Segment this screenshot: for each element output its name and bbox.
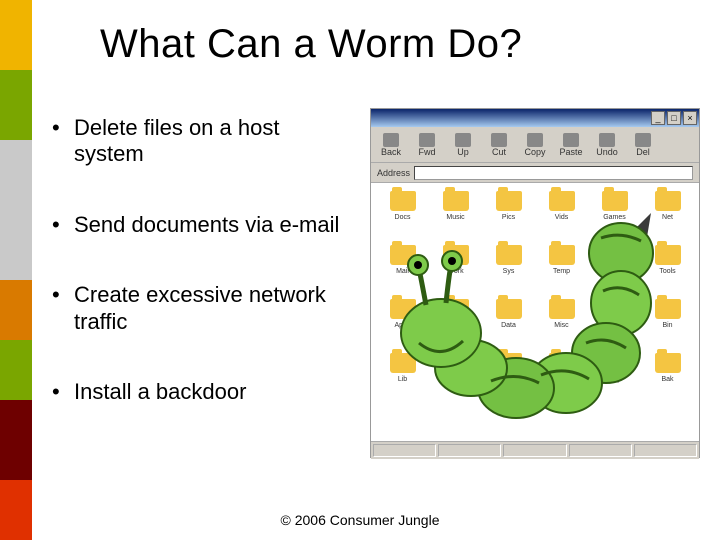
folder-pane: DocsMusicPicsVidsGamesNet MailWorkSysTemp… (371, 183, 699, 441)
folder-icon: Music (430, 191, 481, 241)
folder-icon: Bin (642, 299, 693, 349)
sidebar-seg (0, 70, 32, 140)
status-segment (438, 444, 501, 457)
folder-icon: Web (483, 353, 534, 403)
folder-icon: Misc (536, 299, 587, 349)
sidebar-seg (0, 480, 32, 540)
folder-icon: Sys (483, 245, 534, 295)
close-icon: × (683, 111, 697, 125)
toolbar-icon: Cut (485, 133, 513, 157)
folder-icon: Down (589, 245, 640, 295)
minimize-icon: _ (651, 111, 665, 125)
worm-illustration: _ □ × Back Fwd Up Cut Copy Paste Undo Del Addre… (370, 108, 700, 458)
toolbar-icon: Del (629, 133, 657, 157)
slide-title: What Can a Worm Do? (100, 22, 522, 67)
sidebar-seg (0, 340, 32, 400)
folder-icon: Cfg (589, 353, 640, 403)
folder-icon: Games (589, 191, 640, 241)
folder-icon: Data (483, 299, 534, 349)
folder-icon: Bak (642, 353, 693, 403)
folder-icon: Docs (377, 191, 428, 241)
sidebar-seg (0, 0, 32, 70)
toolbar-icon: Paste (557, 133, 585, 157)
bullet-ul: Delete files on a host system Send docum… (52, 115, 342, 405)
window-titlebar: _ □ × (371, 109, 699, 127)
copyright-footer: © 2006 Consumer Jungle (0, 512, 720, 528)
folder-icon: Logs (430, 299, 481, 349)
toolbar-icon: Undo (593, 133, 621, 157)
address-label: Address (377, 168, 410, 178)
accent-sidebar (0, 0, 32, 540)
bullet-list: Delete files on a host system Send docum… (52, 115, 342, 449)
folder-icon: Old (589, 299, 640, 349)
folder-icon: Pics (483, 191, 534, 241)
folder-icon: Temp (536, 245, 587, 295)
status-segment (373, 444, 436, 457)
bullet-item: Delete files on a host system (52, 115, 342, 168)
sidebar-seg (0, 400, 32, 480)
status-segment (569, 444, 632, 457)
address-field (414, 166, 693, 180)
sidebar-seg (0, 140, 32, 280)
bullet-item: Send documents via e-mail (52, 212, 342, 238)
folder-icon: Work (430, 245, 481, 295)
folder-icon: DB (536, 353, 587, 403)
bullet-item: Install a backdoor (52, 379, 342, 405)
toolbar-icon: Fwd (413, 133, 441, 157)
folder-icon: Apps (377, 299, 428, 349)
window-statusbar (371, 441, 699, 459)
folder-icon: Tools (642, 245, 693, 295)
toolbar-icon: Up (449, 133, 477, 157)
status-segment (634, 444, 697, 457)
folder-icon: Mail (377, 245, 428, 295)
folder-icon: Lib (377, 353, 428, 403)
toolbar-icon: Copy (521, 133, 549, 157)
maximize-icon: □ (667, 111, 681, 125)
folder-icon: Vids (536, 191, 587, 241)
folder-icon: Net (642, 191, 693, 241)
window-toolbar: Back Fwd Up Cut Copy Paste Undo Del (371, 127, 699, 163)
folder-icon: Src (430, 353, 481, 403)
bullet-item: Create excessive network traffic (52, 282, 342, 335)
window-address-bar: Address (371, 163, 699, 183)
sidebar-seg (0, 280, 32, 340)
status-segment (503, 444, 566, 457)
folder-grid: DocsMusicPicsVidsGamesNet MailWorkSysTemp… (371, 183, 699, 411)
toolbar-icon: Back (377, 133, 405, 157)
